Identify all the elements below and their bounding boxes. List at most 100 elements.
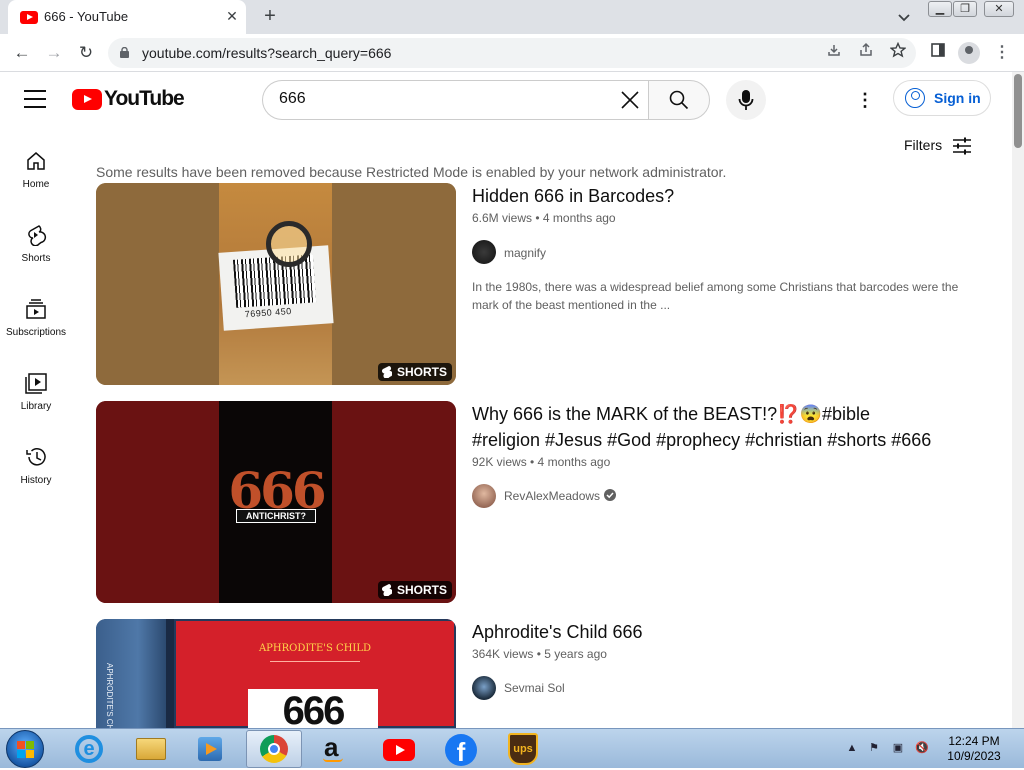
scrollbar-thumb[interactable] bbox=[1014, 74, 1022, 148]
filters-button[interactable]: Filters bbox=[904, 136, 976, 156]
back-button[interactable]: ← bbox=[10, 41, 34, 65]
account-icon bbox=[905, 88, 925, 108]
guide-label-subscriptions: Subscriptions bbox=[5, 327, 67, 338]
album-number: 666 bbox=[248, 689, 378, 728]
bookmark-star-icon[interactable] bbox=[886, 41, 910, 65]
minimize-button[interactable]: ▁ bbox=[928, 1, 952, 17]
result-2-meta: 92K views • 4 months ago bbox=[472, 455, 611, 469]
voice-search-button[interactable] bbox=[726, 80, 766, 120]
search-button[interactable] bbox=[648, 80, 710, 120]
search-input[interactable] bbox=[279, 90, 579, 108]
hamburger-menu-icon[interactable] bbox=[24, 90, 46, 108]
tab-search-chevron-icon[interactable] bbox=[894, 8, 914, 28]
guide-item-subscriptions[interactable]: Subscriptions bbox=[0, 298, 72, 368]
guide-item-library[interactable]: Library bbox=[0, 372, 72, 442]
youtube-wordmark[interactable]: YouTube bbox=[104, 87, 185, 111]
shorts-badge-icon bbox=[381, 366, 392, 378]
share-icon[interactable] bbox=[854, 41, 878, 65]
history-icon bbox=[26, 448, 46, 466]
shorts-badge-label: SHORTS bbox=[396, 583, 447, 597]
search-box[interactable] bbox=[262, 80, 648, 120]
youtube-favicon-icon bbox=[20, 11, 38, 24]
close-window-button[interactable]: ✕ bbox=[984, 1, 1014, 17]
youtube-logo-icon[interactable] bbox=[72, 89, 102, 110]
file-explorer-icon[interactable] bbox=[122, 730, 178, 768]
volume-tray-icon[interactable]: 🔇 bbox=[914, 740, 930, 756]
restricted-mode-notice: Some results have been removed because R… bbox=[96, 164, 727, 180]
sign-in-button[interactable]: Sign in bbox=[893, 80, 991, 116]
guide-label-history: History bbox=[20, 475, 52, 486]
result-3-thumbnail[interactable]: APHRODITE'S CHILD APHRODITE'S CHILD 666 bbox=[96, 619, 456, 728]
media-player-icon[interactable] bbox=[182, 730, 238, 768]
profile-avatar-icon[interactable] bbox=[958, 42, 980, 64]
result-3-channel[interactable]: Sevmai Sol bbox=[504, 681, 565, 695]
guide-item-home[interactable]: Home bbox=[0, 150, 72, 220]
tab-title: 666 - YouTube bbox=[44, 9, 129, 24]
channel-avatar[interactable] bbox=[472, 676, 496, 700]
guide-item-history[interactable]: History bbox=[0, 446, 72, 516]
library-icon bbox=[25, 373, 47, 394]
barcode-digits: 76950 450 bbox=[244, 305, 293, 320]
result-1-thumbnail[interactable]: 76950 450 SHORTS bbox=[96, 183, 456, 385]
shorts-badge: SHORTS bbox=[377, 581, 452, 599]
thumbnail-caption: ANTICHRIST? bbox=[236, 509, 316, 523]
result-1-channel[interactable]: magnify bbox=[504, 246, 546, 260]
page-scrollbar[interactable] bbox=[1012, 72, 1024, 728]
thumbnail-blur-right bbox=[332, 401, 456, 603]
lock-icon bbox=[120, 47, 129, 58]
chrome-icon[interactable] bbox=[246, 730, 302, 768]
album-cover: APHRODITE'S CHILD 666 bbox=[174, 619, 456, 728]
guide-label-home: Home bbox=[22, 179, 50, 190]
microphone-icon bbox=[738, 90, 754, 110]
new-tab-button[interactable]: + bbox=[258, 5, 282, 29]
thumbnail-blur-left bbox=[96, 401, 219, 603]
more-options-icon[interactable]: ⋮ bbox=[855, 88, 875, 112]
windows-taskbar: e a f ups ▲ ⚑ ▣ 🔇 12:24 PM 10/9/2023 bbox=[0, 728, 1024, 768]
flag-tray-icon[interactable]: ⚑ bbox=[866, 740, 882, 756]
album-gap bbox=[166, 619, 174, 728]
browser-tab[interactable]: 666 - YouTube ✕ bbox=[8, 0, 246, 34]
shorts-badge: SHORTS bbox=[377, 363, 452, 381]
channel-avatar[interactable] bbox=[472, 240, 496, 264]
album-subtext-rule bbox=[270, 661, 360, 681]
thumbnail-blur-left bbox=[96, 183, 219, 385]
tray-expand-icon[interactable]: ▲ bbox=[844, 740, 860, 756]
result-2-thumbnail[interactable]: 666 ANTICHRIST? SHORTS bbox=[96, 401, 456, 603]
address-bar[interactable]: youtube.com/results?search_query=666 bbox=[108, 38, 916, 68]
youtube-header: YouTube ⋮ Sign in bbox=[0, 72, 1012, 128]
album-heading: APHRODITE'S CHILD bbox=[258, 643, 372, 654]
clock-time: 12:24 PM bbox=[948, 734, 1000, 748]
network-tray-icon[interactable]: ▣ bbox=[890, 740, 906, 756]
forward-button[interactable]: → bbox=[42, 41, 66, 65]
shorts-badge-icon bbox=[381, 584, 392, 596]
subscriptions-icon bbox=[26, 299, 46, 319]
result-1-title[interactable]: Hidden 666 in Barcodes? bbox=[472, 183, 942, 209]
clear-search-icon[interactable] bbox=[619, 90, 641, 112]
shorts-badge-label: SHORTS bbox=[396, 365, 447, 379]
thumbnail-blur-right bbox=[332, 183, 456, 385]
facebook-icon[interactable]: f bbox=[432, 730, 488, 768]
url-text: youtube.com/results?search_query=666 bbox=[142, 45, 392, 61]
album-spine: APHRODITE'S CHILD bbox=[96, 619, 166, 728]
taskbar-clock[interactable]: 12:24 PM 10/9/2023 bbox=[944, 734, 1004, 764]
install-app-icon[interactable] bbox=[822, 41, 846, 65]
reload-button[interactable]: ↻ bbox=[74, 41, 98, 65]
ups-icon[interactable]: ups bbox=[494, 730, 550, 768]
filters-label: Filters bbox=[904, 137, 943, 153]
result-2-channel[interactable]: RevAlexMeadows bbox=[504, 489, 600, 503]
result-2-title[interactable]: Why 666 is the MARK of the BEAST!?⁉️😨#bi… bbox=[472, 401, 932, 453]
youtube-app-icon[interactable] bbox=[370, 730, 426, 768]
album-spine-text: APHRODITE'S CHILD bbox=[105, 663, 114, 728]
tab-close-icon[interactable]: ✕ bbox=[222, 6, 242, 26]
start-button-icon[interactable] bbox=[6, 730, 44, 768]
amazon-icon[interactable]: a bbox=[308, 730, 364, 768]
channel-avatar[interactable] bbox=[472, 484, 496, 508]
result-1-description: In the 1980s, there was a widespread bel… bbox=[472, 280, 959, 312]
restore-button[interactable]: ❐ bbox=[953, 1, 977, 17]
side-panel-icon[interactable] bbox=[926, 41, 950, 65]
internet-explorer-icon[interactable]: e bbox=[62, 730, 118, 768]
guide-item-shorts[interactable]: Shorts bbox=[0, 224, 72, 294]
result-3-title[interactable]: Aphrodite's Child 666 bbox=[472, 619, 942, 645]
browser-menu-icon[interactable]: ⋮ bbox=[990, 41, 1014, 65]
sign-in-label: Sign in bbox=[934, 90, 981, 106]
